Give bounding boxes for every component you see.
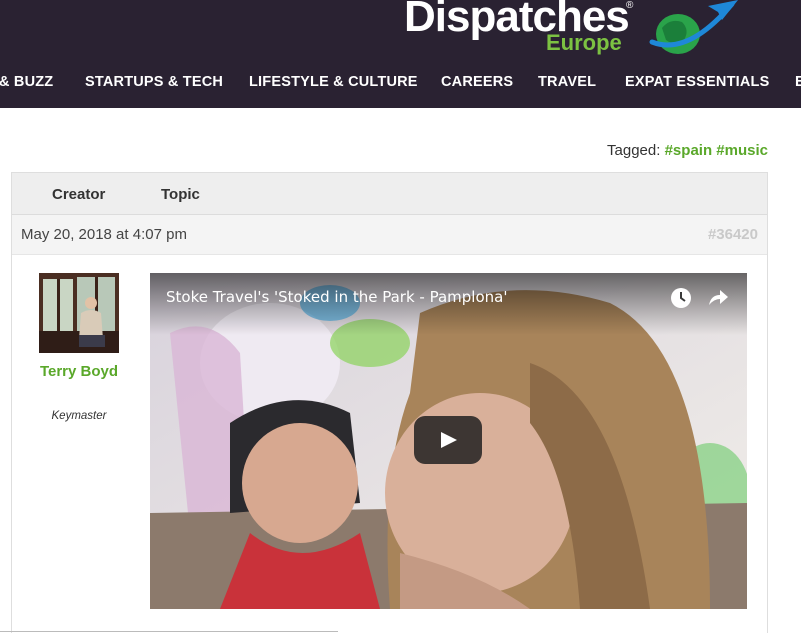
play-icon (441, 432, 457, 448)
forum-topic: Creator Topic May 20, 2018 at 4:07 pm #3… (11, 172, 768, 633)
author-name[interactable]: Terry Boyd (12, 363, 146, 380)
video-title[interactable]: Stoke Travel's 'Stoked in the Park - Pam… (166, 288, 507, 306)
globe-plane-icon (649, 0, 738, 54)
nav-item-careers[interactable]: CAREERS (441, 74, 513, 90)
logo-registered-mark: ® (626, 0, 634, 11)
main-nav: & BUZZ STARTUPS & TECH LIFESTYLE & CULTU… (0, 74, 801, 94)
logo-subtitle: Europe (546, 30, 622, 55)
nav-item-more[interactable]: E (795, 74, 801, 90)
video-embed[interactable]: Stoke Travel's 'Stoked in the Park - Pam… (150, 273, 747, 609)
avatar[interactable] (39, 273, 119, 353)
post-meta: May 20, 2018 at 4:07 pm #36420 (12, 215, 767, 255)
clock-icon[interactable] (668, 285, 694, 311)
post-permalink[interactable]: #36420 (708, 226, 758, 243)
nav-item-buzz[interactable]: & BUZZ (0, 74, 53, 90)
nav-item-expat-essentials[interactable]: EXPAT ESSENTIALS (625, 74, 769, 90)
tag-link[interactable]: #music (716, 142, 768, 159)
site-logo[interactable]: Dispatches ® Europe (404, 0, 744, 60)
column-creator: Creator (52, 186, 106, 203)
tags-label: Tagged: (607, 142, 661, 159)
nav-item-startups-tech[interactable]: STARTUPS & TECH (85, 74, 223, 90)
divider (0, 631, 338, 632)
avatar-photo (39, 273, 119, 353)
nav-item-lifestyle-culture[interactable]: LIFESTYLE & CULTURE (249, 74, 418, 90)
author-role: Keymaster (51, 410, 107, 422)
tag-link[interactable]: #spain (665, 142, 713, 159)
forum-header: Creator Topic (12, 173, 767, 215)
column-topic: Topic (161, 186, 200, 203)
site-header: Dispatches ® Europe & BUZZ STARTUPS & TE… (0, 0, 801, 108)
nav-item-travel[interactable]: TRAVEL (538, 74, 596, 90)
topic-tags: Tagged: #spain #music (607, 142, 768, 159)
post-date: May 20, 2018 at 4:07 pm (21, 226, 187, 243)
play-button[interactable] (414, 416, 482, 464)
share-icon[interactable] (705, 285, 731, 311)
